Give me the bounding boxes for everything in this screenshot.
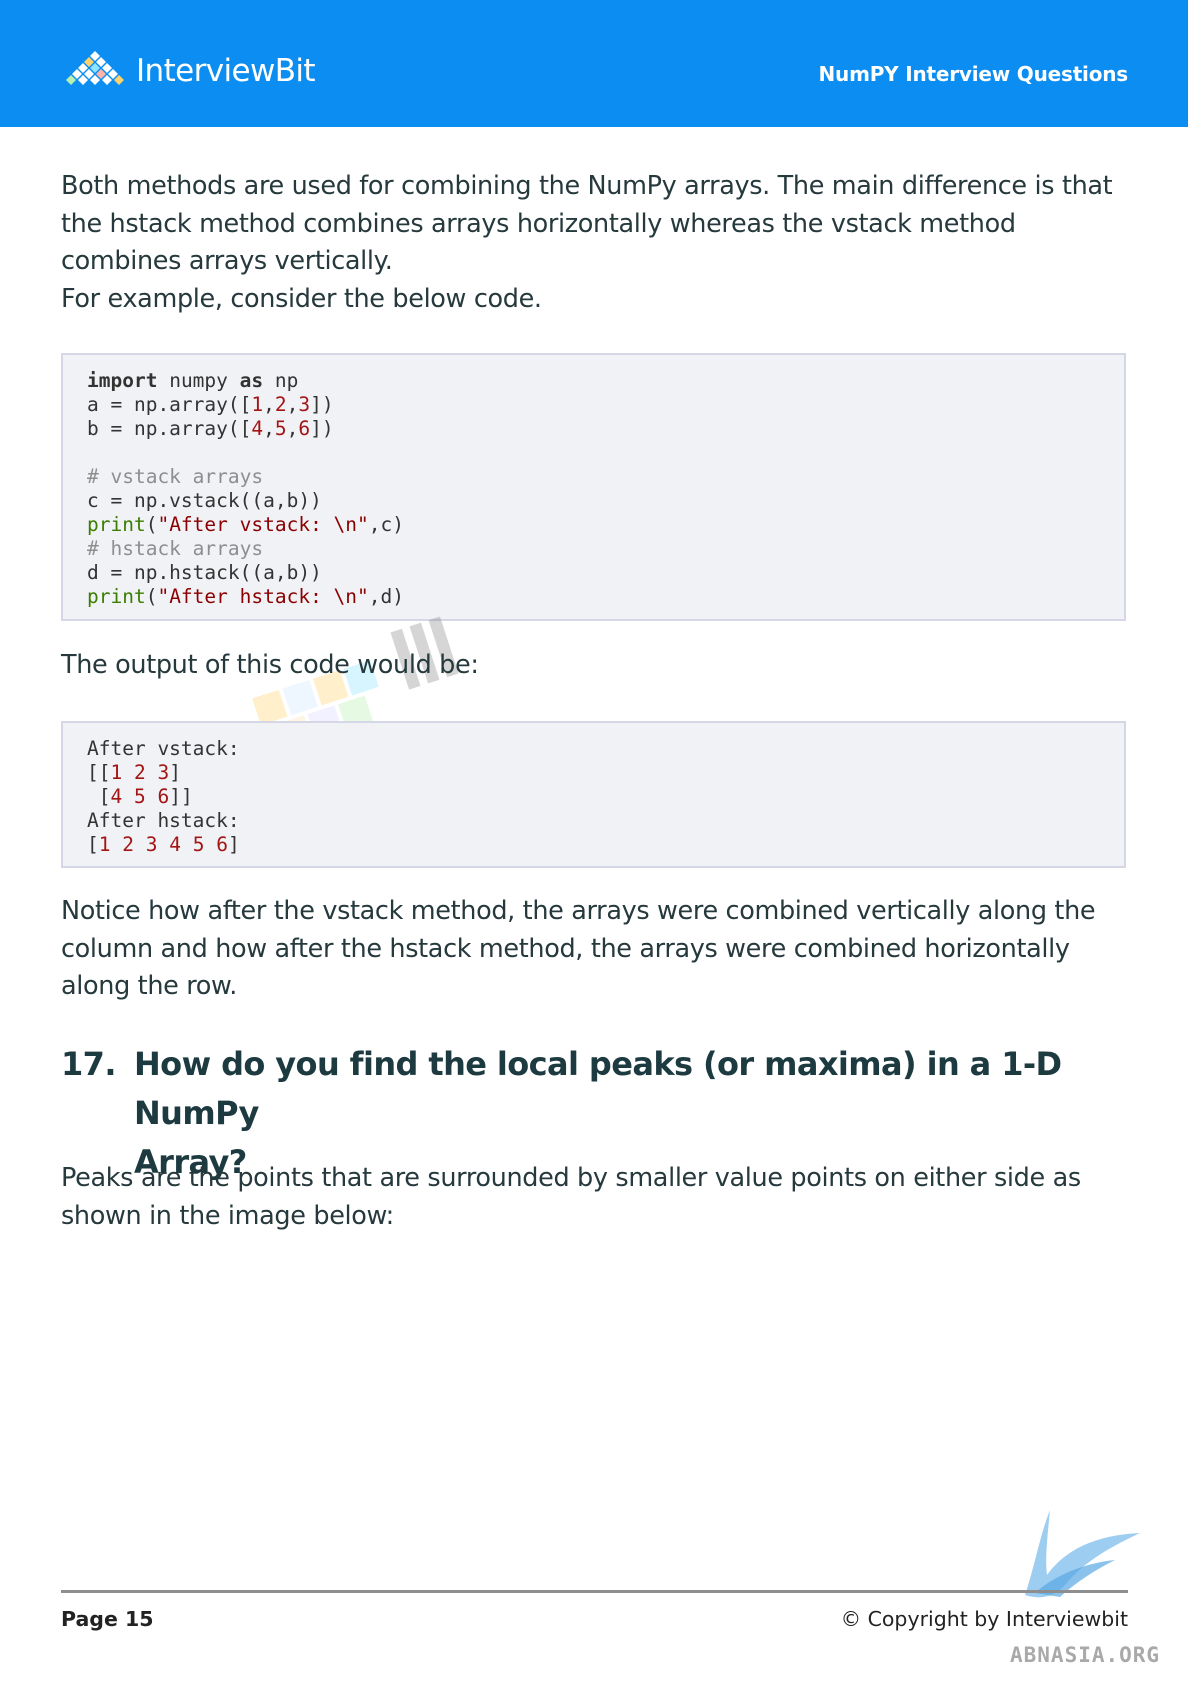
output-intro: The output of this code would be: (61, 650, 479, 680)
peaks-line: Peaks are the points that are surrounded… (61, 1163, 1081, 1193)
brand-logo[interactable]: InterviewBit (62, 48, 316, 94)
intro-line: combines arrays vertically. (61, 246, 393, 276)
output-number: 3 (157, 761, 170, 784)
header-bar: InterviewBit NumPY Interview Questions (0, 0, 1188, 127)
code-function: print (87, 585, 146, 608)
code-number: 2 (274, 393, 287, 416)
code-line: d = np.hstack((a,b)) (87, 561, 322, 584)
output-number: 6 (216, 833, 228, 856)
intro-line: Both methods are used for combining the … (61, 171, 1113, 201)
code-function: print (87, 513, 146, 536)
footer-divider (61, 1590, 1128, 1593)
output-text: After vstack: [[1 2 3] [4 5 6]] After hs… (87, 737, 240, 856)
code-text: import numpy as np a = np.array([1,2,3])… (87, 369, 405, 608)
output-number: 3 (145, 833, 158, 856)
intro-line: For example, consider the below code. (61, 283, 542, 314)
code-line: a = np.array([ (87, 393, 252, 416)
code-number: 5 (274, 417, 287, 440)
question-number: 17. (61, 1045, 116, 1083)
page-number: Page 15 (61, 1607, 154, 1631)
output-number: 4 (110, 785, 123, 808)
brand-name: InterviewBit (136, 53, 316, 89)
output-number: 2 (122, 833, 134, 856)
code-number: 1 (251, 393, 264, 416)
peaks-line: shown in the image below: (61, 1200, 394, 1231)
code-line: b = np.array([ (87, 417, 252, 440)
code-comment: # vstack arrays (87, 465, 264, 488)
output-number: 2 (133, 761, 146, 784)
output-number: 5 (133, 785, 146, 808)
code-args: ,c) (368, 513, 405, 536)
output-number: 6 (157, 785, 170, 808)
code-number: 3 (298, 393, 311, 416)
intro-line: the hstack method combines arrays horizo… (61, 208, 1016, 239)
code-block[interactable]: import numpy as np a = np.array([1,2,3])… (61, 353, 1126, 621)
code-keyword: import (87, 369, 158, 392)
intro-paragraph: Both methods are used for combining the … (61, 168, 1136, 318)
site-stamp: ABNASIA.ORG (1010, 1643, 1161, 1667)
output-label: After hstack: (87, 809, 240, 832)
code-keyword: as (239, 369, 264, 392)
code-number: 6 (298, 417, 311, 440)
notice-paragraph: Notice how after the vstack method, the … (61, 893, 1136, 1006)
code-string: "After vstack: \n" (157, 513, 369, 536)
notice-line: column and how after the hstack method, … (61, 933, 1070, 964)
output-number: 1 (110, 761, 123, 784)
code-comment: # hstack arrays (87, 537, 264, 560)
output-label: After vstack: (87, 737, 240, 760)
code-alias: np (274, 369, 299, 392)
notice-line: along the row. (61, 971, 237, 1001)
code-module: numpy (169, 369, 228, 392)
peaks-paragraph: Peaks are the points that are surrounded… (61, 1160, 1136, 1235)
output-number: 5 (192, 833, 205, 856)
question-line: How do you find the local peaks (or maxi… (134, 1045, 1062, 1132)
document-title: NumPY Interview Questions (818, 62, 1129, 86)
output-block[interactable]: After vstack: [[1 2 3] [4 5 6]] After hs… (61, 721, 1126, 868)
logo-diamonds-icon (66, 51, 124, 85)
output-number: 1 (98, 833, 111, 856)
output-number: 4 (169, 833, 181, 856)
code-number: 4 (251, 417, 264, 440)
copyright-notice: © Copyright by Interviewbit (840, 1607, 1128, 1631)
code-line: c = np.vstack((a,b)) (87, 489, 322, 512)
notice-line: Notice how after the vstack method, the … (61, 896, 1096, 926)
